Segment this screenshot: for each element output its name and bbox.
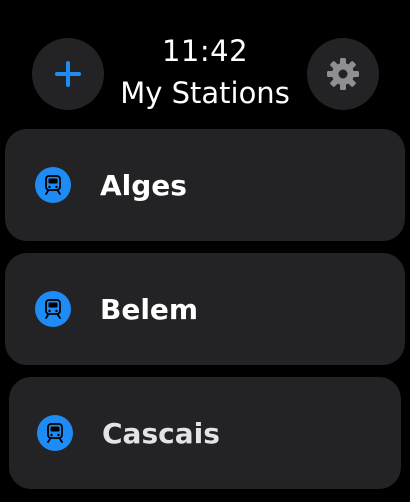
gear-icon xyxy=(327,58,359,90)
station-name: Alges xyxy=(100,168,187,202)
station-name: Cascais xyxy=(102,416,220,450)
settings-button[interactable] xyxy=(307,38,379,110)
station-row-alges[interactable]: Alges xyxy=(5,129,405,241)
station-row-cascais[interactable]: Cascais xyxy=(9,377,401,489)
train-icon xyxy=(35,167,71,203)
station-name: Belem xyxy=(100,292,199,326)
train-icon xyxy=(37,415,73,451)
station-row-belem[interactable]: Belem xyxy=(5,253,405,365)
train-icon xyxy=(35,291,71,327)
